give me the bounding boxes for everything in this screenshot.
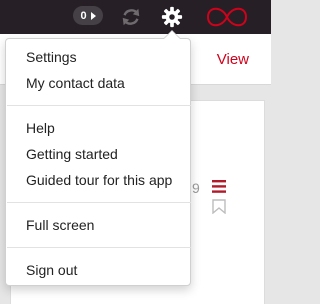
- gear-icon[interactable]: [161, 6, 183, 28]
- menu-item-full-screen[interactable]: Full screen: [26, 217, 94, 233]
- play-icon: [90, 11, 96, 20]
- menu-divider: [7, 105, 191, 106]
- notification-badge[interactable]: 0: [73, 6, 103, 25]
- infinity-logo[interactable]: [204, 1, 250, 33]
- menu-item-sign-out[interactable]: Sign out: [26, 262, 77, 278]
- menu-item-help[interactable]: Help: [26, 120, 55, 136]
- sync-icon[interactable]: [120, 6, 142, 28]
- menu-item-settings[interactable]: Settings: [26, 49, 77, 65]
- card-number: 9: [192, 180, 200, 196]
- menu-divider: [7, 247, 191, 248]
- dropdown-caret-fill: [164, 31, 180, 39]
- bookmark-icon[interactable]: [212, 199, 226, 214]
- count-text: 0: [80, 9, 87, 22]
- top-bar: 0: [0, 0, 271, 34]
- menu-item-contact-data[interactable]: My contact data: [26, 75, 125, 91]
- menu-divider: [7, 202, 191, 203]
- menu-item-getting-started[interactable]: Getting started: [26, 146, 118, 162]
- menu-lines-icon[interactable]: [212, 180, 226, 193]
- view-link[interactable]: View: [217, 51, 249, 68]
- settings-dropdown: Settings My contact data Help Getting st…: [5, 38, 191, 286]
- menu-item-guided-tour[interactable]: Guided tour for this app: [26, 172, 172, 188]
